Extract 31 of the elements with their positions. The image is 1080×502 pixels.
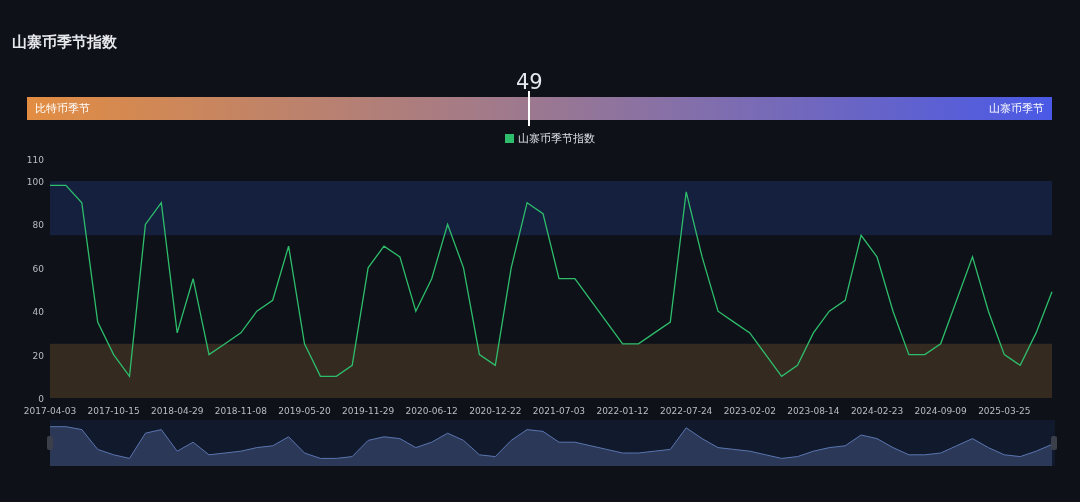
y-axis-label: 60	[32, 263, 44, 274]
gauge-label: 比特币季节	[35, 101, 90, 116]
gauge-label: 山寨币季节	[989, 101, 1044, 116]
page-title: 山寨币季节指数	[12, 32, 118, 52]
y-axis-label: 0	[38, 394, 44, 404]
x-axis-label: 2017-04-03	[23, 406, 77, 414]
x-axis-label: 2018-11-08	[214, 406, 267, 414]
y-axis-label: 80	[32, 220, 44, 231]
x-axis-label: 2018-04-29	[151, 406, 204, 414]
zoom-slider[interactable]	[49, 420, 1055, 466]
y-axis-label: 110	[26, 155, 44, 166]
x-axis-label: 2019-05-20	[278, 406, 331, 414]
x-axis-label: 2025-03-25	[978, 406, 1031, 414]
x-axis-label: 2023-08-14	[787, 406, 840, 414]
x-axis-label: 2019-11-29	[341, 406, 395, 414]
x-axis-label: 2024-09-09	[914, 406, 967, 414]
slider-handle[interactable]	[1051, 436, 1057, 450]
x-axis-label: 2020-12-22	[469, 406, 522, 414]
x-axis-label: 2017-10-15	[87, 406, 140, 414]
index-value: 49	[515, 70, 543, 94]
x-axis-label: 2020-06-12	[405, 406, 458, 414]
x-axis-label: 2024-02-23	[850, 406, 904, 414]
y-axis-label: 40	[32, 307, 44, 318]
y-axis-label: 20	[32, 350, 44, 361]
slider-handle[interactable]	[47, 436, 53, 450]
x-axis-label: 2022-01-12	[596, 406, 649, 414]
x-axis-label: 2022-07-24	[660, 406, 713, 414]
x-axis-label: 2023-02-02	[723, 406, 776, 414]
legend-label[interactable]: 山寨币季节指数	[518, 130, 595, 146]
x-axis-label: 2021-07-03	[532, 406, 586, 414]
y-axis-label: 100	[26, 177, 44, 187]
